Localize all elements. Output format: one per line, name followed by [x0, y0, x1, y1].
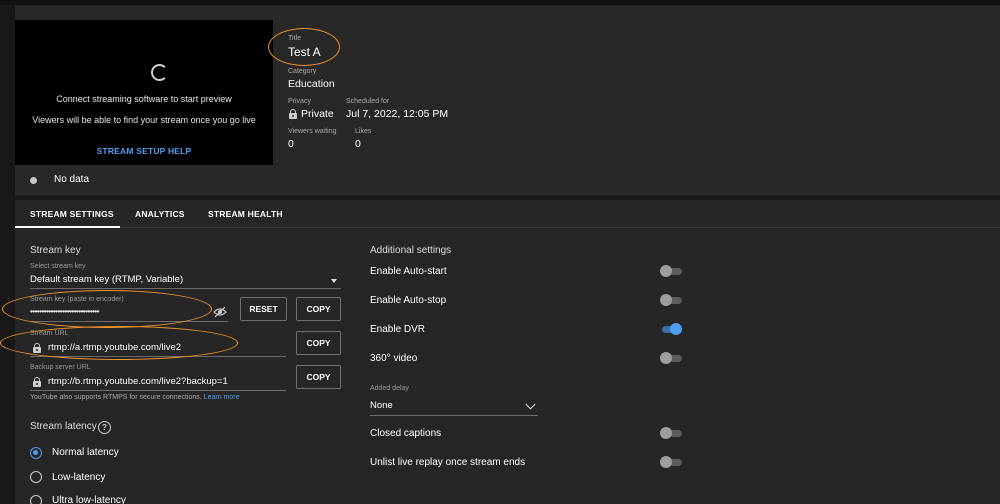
ultra-low-latency-label: Ultra low-latency — [52, 495, 126, 504]
stream-key-input[interactable]: •••••••••••••••••••••••••••••• — [30, 307, 100, 316]
category-label: Category — [288, 68, 317, 75]
stream-url-underline — [30, 356, 286, 357]
stream-preview: Connect streaming software to start prev… — [15, 20, 273, 165]
stream-latency-heading: Stream latency — [30, 421, 97, 432]
likes-value: 0 — [355, 138, 361, 150]
viewers-waiting-value: 0 — [288, 138, 294, 150]
stream-key-underline — [30, 321, 228, 322]
360-video-label: 360° video — [370, 353, 418, 364]
title-value: Test A — [288, 45, 321, 59]
added-delay-select[interactable]: None — [370, 400, 393, 411]
360-video-toggle[interactable] — [660, 352, 682, 364]
unlist-replay-label: Unlist live replay once stream ends — [370, 457, 526, 468]
added-delay-underline — [370, 415, 538, 416]
radio-ultra-low-latency[interactable] — [30, 495, 42, 504]
tab-analytics[interactable]: ANALYTICS — [135, 209, 185, 219]
copy-stream-url-button[interactable]: COPY — [296, 331, 341, 355]
preview-message-connect: Connect streaming software to start prev… — [56, 94, 232, 104]
privacy-value: Private — [301, 108, 334, 120]
title-label: Title — [288, 35, 301, 42]
additional-settings-heading: Additional settings — [370, 245, 452, 256]
likes-label: Likes — [355, 128, 372, 135]
backup-url-label: Backup server URL — [30, 364, 91, 371]
reset-button[interactable]: RESET — [240, 297, 287, 321]
scheduled-value: Jul 7, 2022, 12:05 PM — [346, 108, 449, 120]
tab-stream-settings[interactable]: STREAM SETTINGS — [30, 209, 114, 219]
rtmps-note-text: YouTube also supports RTMPS for secure c… — [30, 394, 202, 401]
unlist-replay-toggle[interactable] — [660, 456, 682, 468]
dropdown-caret-icon[interactable] — [331, 279, 337, 283]
backup-url-input[interactable]: rtmp://b.rtmp.youtube.com/live2?backup=1 — [48, 376, 228, 387]
closed-captions-toggle[interactable] — [660, 427, 682, 439]
stream-key-label: Stream key (paste in encoder) — [30, 296, 124, 303]
stream-setup-help-link[interactable]: STREAM SETUP HELP — [15, 146, 273, 156]
preview-message-viewers: Viewers will be able to find your stream… — [32, 115, 256, 125]
radio-low-latency[interactable] — [30, 471, 42, 483]
low-latency-label: Low-latency — [52, 472, 106, 483]
closed-captions-label: Closed captions — [370, 428, 442, 439]
normal-latency-label: Normal latency — [52, 447, 119, 458]
stream-url-input[interactable]: rtmp://a.rtmp.youtube.com/live2 — [48, 342, 181, 353]
stream-status-text: No data — [54, 174, 90, 185]
lock-icon — [33, 377, 41, 387]
added-delay-label: Added delay — [370, 385, 409, 392]
learn-more-link[interactable]: Learn more — [204, 394, 240, 401]
help-icon[interactable]: ? — [98, 421, 111, 434]
scheduled-label: Scheduled for — [346, 98, 390, 105]
rtmps-note: YouTube also supports RTMPS for secure c… — [30, 394, 239, 401]
tabs-divider — [15, 227, 1000, 228]
auto-start-label: Enable Auto-start — [370, 266, 447, 277]
auto-stop-toggle[interactable] — [660, 294, 682, 306]
backup-url-underline — [30, 390, 286, 391]
category-value: Education — [288, 78, 335, 90]
select-stream-key-label: Select stream key — [30, 263, 86, 270]
auto-stop-label: Enable Auto-stop — [370, 295, 447, 306]
copy-stream-key-button[interactable]: COPY — [296, 297, 341, 321]
lock-icon — [33, 343, 41, 353]
active-tab-indicator — [15, 226, 120, 228]
stream-key-heading: Stream key — [30, 245, 81, 256]
status-dot-icon — [30, 177, 37, 184]
left-gutter — [0, 5, 15, 504]
loading-spinner-icon — [151, 64, 168, 81]
tab-stream-health[interactable]: STREAM HEALTH — [208, 209, 283, 219]
visibility-off-icon[interactable] — [213, 306, 227, 318]
dvr-toggle[interactable] — [660, 323, 682, 335]
stream-key-select-value[interactable]: Default stream key (RTMP, Variable) — [30, 274, 183, 285]
viewers-waiting-label: Viewers waiting — [288, 128, 337, 135]
radio-normal-latency[interactable] — [30, 447, 42, 459]
lock-icon — [289, 109, 297, 119]
auto-start-toggle[interactable] — [660, 265, 682, 277]
copy-backup-url-button[interactable]: COPY — [296, 365, 341, 389]
stream-url-label: Stream URL — [30, 330, 69, 337]
stream-key-select-underline — [30, 288, 341, 289]
privacy-label: Privacy — [288, 98, 311, 105]
dvr-label: Enable DVR — [370, 324, 426, 335]
